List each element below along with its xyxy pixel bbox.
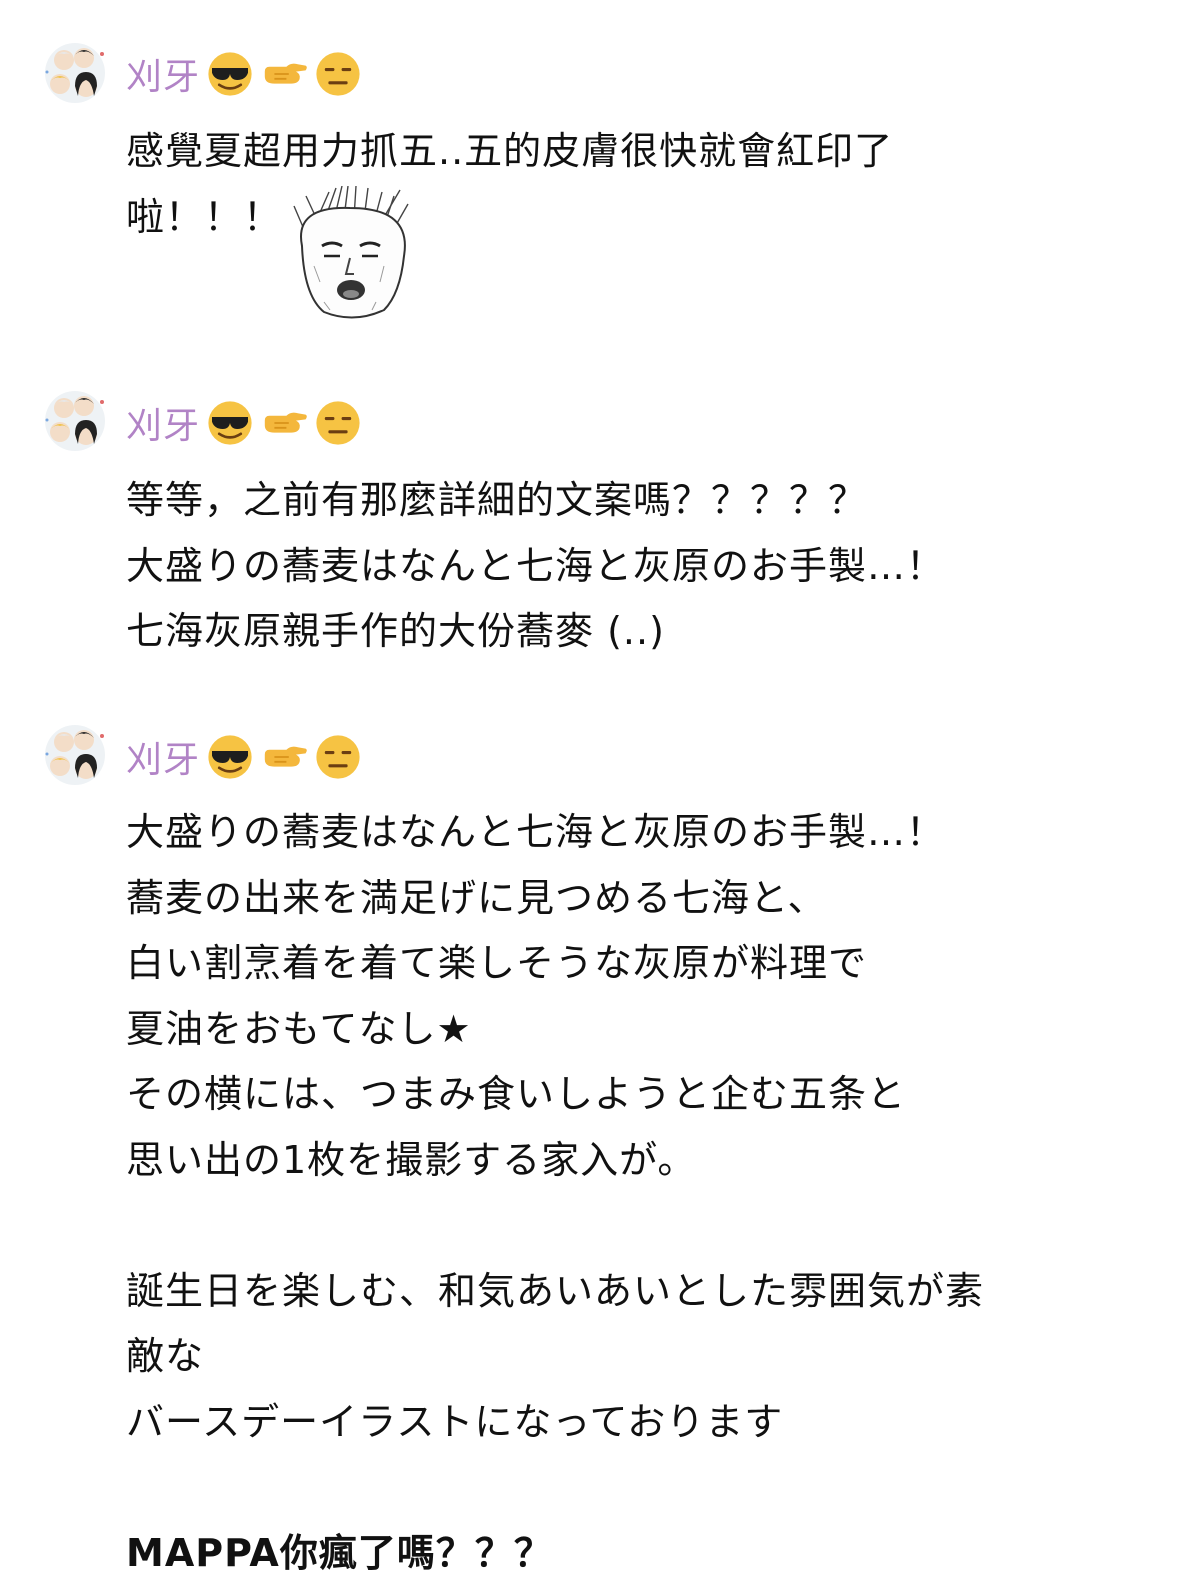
sender-name: 刈牙 bbox=[126, 48, 200, 100]
message-line: 啦！！！ bbox=[126, 185, 893, 251]
backhand-index-pointing-left-icon bbox=[260, 399, 308, 447]
smiling-face-with-sunglasses-icon bbox=[206, 399, 254, 447]
avatar[interactable] bbox=[42, 42, 108, 104]
sender-row[interactable]: 刈牙 bbox=[126, 50, 362, 98]
message-text: 大盛りの蕎麦はなんと七海と灰原のお手製…！ 蕎麦の出来を満足げに見つめる七海と、… bbox=[126, 800, 984, 1586]
message-line: 思い出の1枚を撮影する家入が。 bbox=[126, 1128, 984, 1194]
message-line: 等等，之前有那麼詳細的文案嗎？？？？？ bbox=[126, 468, 945, 534]
smiling-face-with-sunglasses-icon bbox=[206, 50, 254, 98]
message-line: 誕生日を楽しむ、和気あいあいとした雰囲気が素 bbox=[126, 1259, 984, 1325]
sender-name: 刈牙 bbox=[126, 397, 200, 449]
message-line: 七海灰原親手作的大份蕎麥 (..) bbox=[126, 599, 945, 665]
avatar[interactable] bbox=[42, 724, 108, 786]
message-line bbox=[126, 1455, 984, 1521]
avatar[interactable] bbox=[42, 390, 108, 452]
backhand-index-pointing-left-icon bbox=[260, 50, 308, 98]
expressionless-face-icon bbox=[314, 50, 362, 98]
message-line: その横には、つまみ食いしようと企む五条と bbox=[126, 1062, 984, 1128]
expressionless-face-icon bbox=[314, 733, 362, 781]
smiling-face-with-sunglasses-icon bbox=[206, 733, 254, 781]
message-line bbox=[126, 1193, 984, 1259]
sticker-image[interactable] bbox=[284, 186, 422, 324]
message-line: 感覺夏超用力抓五..五的皮膚很快就會紅印了 bbox=[126, 119, 893, 185]
sender-row[interactable]: 刈牙 bbox=[126, 733, 362, 781]
message-text: 感覺夏超用力抓五..五的皮膚很快就會紅印了 啦！！！ bbox=[126, 119, 893, 250]
sender-name: 刈牙 bbox=[126, 731, 200, 783]
expressionless-face-icon bbox=[314, 399, 362, 447]
message-line: バースデーイラストになっております bbox=[126, 1390, 984, 1456]
backhand-index-pointing-left-icon bbox=[260, 733, 308, 781]
message-line: 夏油をおもてなし★ bbox=[126, 997, 984, 1063]
sender-row[interactable]: 刈牙 bbox=[126, 399, 362, 447]
message-text: 等等，之前有那麼詳細的文案嗎？？？？？ 大盛りの蕎麦はなんと七海と灰原のお手製…… bbox=[126, 468, 945, 665]
message-line: 敵な bbox=[126, 1324, 984, 1390]
message-line: 大盛りの蕎麦はなんと七海と灰原のお手製…！ bbox=[126, 800, 984, 866]
message-line: 大盛りの蕎麦はなんと七海と灰原のお手製…！ bbox=[126, 534, 945, 600]
message-line: 白い割烹着を着て楽しそうな灰原が料理で bbox=[126, 931, 984, 997]
message-line: MAPPA你瘋了嗎？？？ bbox=[126, 1521, 984, 1586]
message-line: 蕎麦の出来を満足げに見つめる七海と、 bbox=[126, 866, 984, 932]
